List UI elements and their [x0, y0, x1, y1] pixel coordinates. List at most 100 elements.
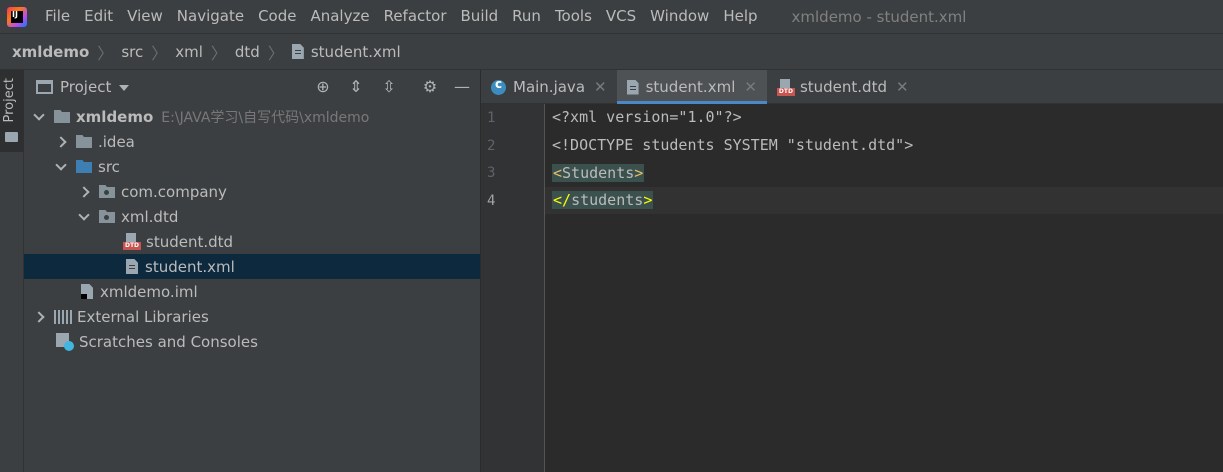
folder-icon — [5, 132, 18, 142]
project-stripe-label: Project — [2, 78, 17, 123]
tree-item-student-dtd[interactable]: DTD student.dtd — [24, 229, 480, 254]
java-class-icon — [491, 77, 506, 95]
tag-bracket: < — [553, 164, 563, 182]
gear-icon[interactable]: ⚙ — [421, 78, 439, 96]
tab-label: student.xml — [645, 78, 736, 96]
close-icon[interactable]: ✕ — [744, 78, 757, 96]
tree-item-src[interactable]: src — [24, 154, 480, 179]
module-folder-icon — [54, 110, 70, 123]
chevron-right-icon[interactable] — [34, 312, 44, 322]
breadcrumb-src[interactable]: src — [121, 43, 143, 61]
tab-label: Main.java — [513, 78, 586, 96]
tree-item-label: Scratches and Consoles — [79, 332, 258, 351]
project-panel: Project ⊕ ⇕ ⇳ ⚙ — xmldemo E:\JAVA学习\自写代码… — [24, 70, 480, 472]
menu-help[interactable]: Help — [716, 0, 764, 33]
module-path-hint: E:\JAVA学习\自写代码\xmldemo — [161, 109, 370, 126]
source-folder-icon — [76, 160, 92, 173]
menu-file[interactable]: File — [38, 0, 77, 33]
editor-gutter: 1 2 3 4 — [481, 104, 545, 472]
menu-window[interactable]: Window — [643, 0, 716, 33]
menu-run[interactable]: Run — [505, 0, 548, 33]
tree-item-xmldemo-iml[interactable]: xmldemo.iml — [24, 279, 480, 304]
iml-file-icon — [81, 284, 93, 299]
matched-tag-close: </students> — [552, 191, 654, 209]
project-view-selector[interactable]: Project — [60, 78, 111, 96]
breadcrumb-dtd[interactable]: dtd — [235, 43, 260, 61]
line-number: 4 — [487, 193, 496, 209]
menu-vcs[interactable]: VCS — [599, 0, 643, 33]
menu-refactor[interactable]: Refactor — [377, 0, 454, 33]
line-number: 2 — [487, 138, 496, 154]
project-panel-header: Project ⊕ ⇕ ⇳ ⚙ — — [24, 70, 480, 104]
chevron-down-icon[interactable] — [34, 112, 44, 122]
code-editor[interactable]: <?xml version="1.0"?> <!DOCTYPE students… — [545, 104, 1223, 472]
menu-analyze[interactable]: Analyze — [303, 0, 376, 33]
chevron-right-icon[interactable] — [56, 137, 66, 147]
tree-item-com-company[interactable]: com.company — [24, 179, 480, 204]
tag-name: Students — [562, 164, 635, 182]
chevron-down-icon[interactable] — [79, 212, 89, 222]
collapse-all-icon[interactable]: ⇳ — [380, 78, 398, 96]
tree-item-label: student.dtd — [146, 232, 234, 251]
tree-item-label: External Libraries — [77, 307, 209, 326]
window-title: xmldemo - student.xml — [791, 7, 967, 26]
close-icon[interactable]: ✕ — [896, 78, 909, 96]
menu-navigate[interactable]: Navigate — [170, 0, 251, 33]
line-number: 3 — [487, 165, 496, 181]
close-icon[interactable]: ✕ — [594, 78, 607, 96]
tree-item-label: xmldemo — [76, 107, 154, 126]
menu-code[interactable]: Code — [251, 0, 303, 33]
breadcrumb-project[interactable]: xmldemo — [12, 43, 89, 61]
hide-icon[interactable]: — — [453, 78, 471, 96]
tab-student-xml[interactable]: student.xml ✕ — [616, 70, 768, 104]
tree-item-label: src — [98, 157, 120, 176]
dtd-file-icon: DTD — [123, 233, 141, 250]
chevron-right-icon: 〉 — [267, 43, 284, 63]
tree-item-label: xml.dtd — [121, 207, 179, 226]
breadcrumb: xmldemo 〉 src 〉 xml 〉 dtd 〉 student.xml — [0, 33, 1223, 70]
menu-bar: IJ File Edit View Navigate Code Analyze … — [0, 0, 1223, 33]
folder-icon — [76, 135, 92, 148]
tree-item-xmldemo[interactable]: xmldemo E:\JAVA学习\自写代码\xmldemo — [24, 104, 480, 129]
chevron-down-icon[interactable] — [56, 162, 66, 172]
menu-edit[interactable]: Edit — [77, 0, 120, 33]
chevron-right-icon[interactable] — [79, 187, 89, 197]
package-icon — [99, 185, 115, 198]
tab-label: student.dtd — [799, 78, 887, 96]
tree-item-student-xml[interactable]: student.xml — [24, 254, 480, 279]
expand-all-icon[interactable]: ⇕ — [347, 78, 365, 96]
code-line-1: <?xml version="1.0"?> — [552, 108, 742, 126]
tree-item-label: student.xml — [145, 257, 235, 276]
tree-item-xml-dtd[interactable]: xml.dtd — [24, 204, 480, 229]
tab-main-java[interactable]: Main.java ✕ — [481, 70, 617, 104]
tag-bracket: </ — [553, 191, 572, 209]
tree-item-label: .idea — [98, 132, 135, 151]
locate-file-icon[interactable]: ⊕ — [314, 78, 332, 96]
breadcrumb-file[interactable]: student.xml — [311, 43, 401, 61]
tree-item-label: com.company — [121, 182, 227, 201]
chevron-right-icon: 〉 — [97, 43, 114, 63]
tree-item-external-libraries[interactable]: External Libraries — [24, 304, 480, 329]
xml-file-icon — [291, 44, 304, 59]
breadcrumb-xml[interactable]: xml — [175, 43, 203, 61]
tag-name: students — [571, 191, 644, 209]
line-number: 1 — [487, 110, 496, 126]
editor-tabs: Main.java ✕ student.xml ✕ DTD student.dt… — [481, 70, 1223, 104]
tree-item-label: xmldemo.iml — [100, 282, 198, 301]
chevron-down-icon[interactable] — [119, 85, 130, 91]
menu-build[interactable]: Build — [454, 0, 506, 33]
chevron-right-icon: 〉 — [151, 43, 168, 63]
tree-item-scratches[interactable]: Scratches and Consoles — [24, 329, 480, 354]
menu-view[interactable]: View — [120, 0, 170, 33]
chevron-right-icon: 〉 — [210, 43, 227, 63]
menu-tools[interactable]: Tools — [548, 0, 599, 33]
tree-item-idea[interactable]: .idea — [24, 129, 480, 154]
project-stripe-button[interactable]: Project — [0, 70, 24, 152]
scratches-icon — [56, 332, 74, 351]
xml-file-icon — [126, 259, 138, 274]
code-line-2: <!DOCTYPE students SYSTEM "student.dtd"> — [552, 136, 914, 154]
code-line-4: </students> — [552, 187, 654, 214]
xml-file-icon — [626, 79, 639, 95]
tab-student-dtd[interactable]: DTD student.dtd ✕ — [767, 70, 919, 104]
tag-bracket: > — [643, 191, 653, 209]
